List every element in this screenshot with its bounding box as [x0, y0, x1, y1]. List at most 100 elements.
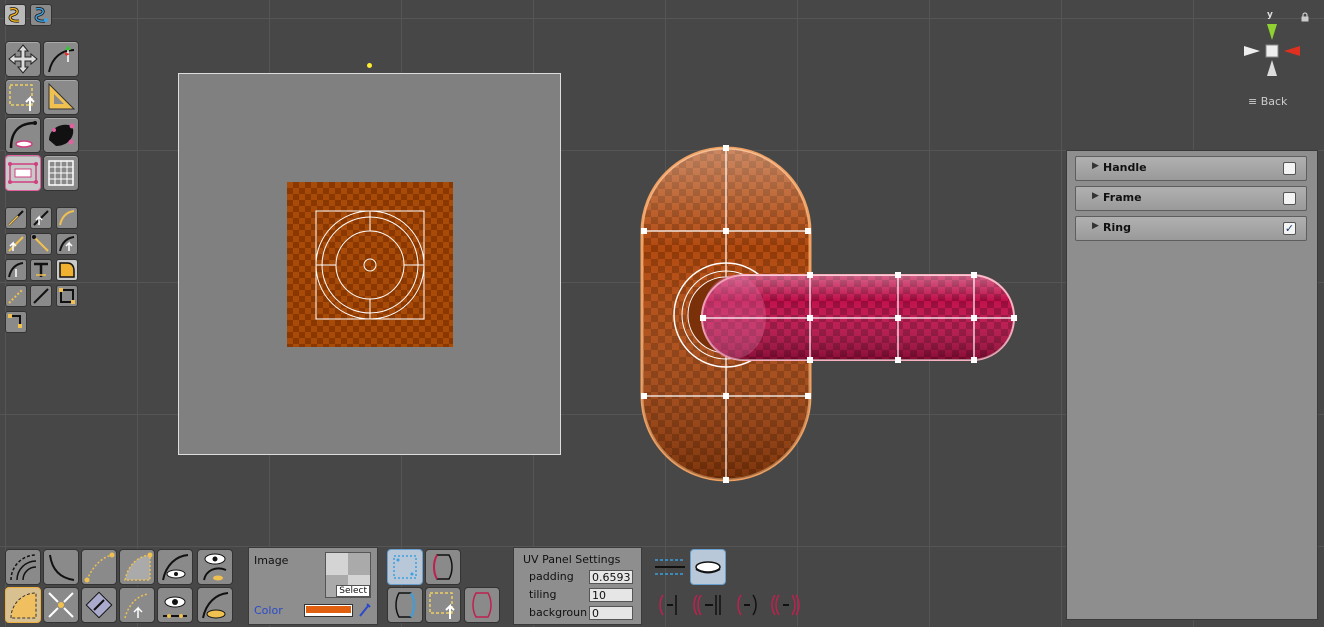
expand-arrow-icon[interactable]: ▶ — [1092, 161, 1099, 171]
bottom-tool-10-button[interactable] — [119, 587, 155, 623]
cut-mode-2-button[interactable] — [691, 591, 723, 619]
cut-lines-icon — [659, 594, 677, 616]
bottom-tool-3-button[interactable] — [81, 549, 117, 585]
rotate-frame-icon — [85, 591, 113, 619]
bottom-tool-8-button[interactable] — [43, 587, 79, 623]
uv-mode-select-button[interactable] — [425, 587, 461, 623]
pinch-arrows-icon — [48, 592, 74, 618]
shape-viewport[interactable] — [630, 140, 1030, 490]
tiling-input[interactable] — [589, 588, 633, 602]
spline-alt-tool-button[interactable] — [30, 4, 52, 26]
capsule-icon — [395, 592, 415, 618]
triangle-ruler-tool-button[interactable] — [43, 79, 79, 115]
layer-checkbox-ring[interactable]: ✓ — [1283, 222, 1296, 235]
uv-panel-settings: UV Panel Settings padding tiling backgro… — [513, 547, 642, 625]
color-label: Color — [254, 604, 283, 617]
back-button[interactable]: ≡ Back — [1248, 95, 1287, 108]
eyedropper-icon[interactable] — [358, 602, 372, 618]
curve-handle-icon — [48, 45, 75, 73]
uv-mode-capsule-button[interactable] — [387, 587, 423, 623]
padding-label: padding — [529, 570, 574, 583]
edge-tool-8-button[interactable] — [30, 259, 52, 281]
edge-diagonal-icon — [32, 235, 49, 252]
padding-input[interactable] — [589, 570, 633, 584]
rect-select-tool-button[interactable] — [5, 79, 41, 115]
layer-row-ring[interactable]: ▶ Ring ✓ — [1075, 216, 1307, 241]
oval-pink-icon — [472, 592, 492, 618]
bottom-tool-4-button[interactable] — [119, 549, 155, 585]
move-tool-button[interactable] — [5, 41, 41, 77]
layer-checkbox-frame[interactable] — [1283, 192, 1296, 205]
pivot-dot[interactable] — [367, 63, 372, 68]
uv-mode-dots-button[interactable] — [387, 549, 423, 585]
bottom-tool-12-button[interactable] — [197, 587, 233, 623]
cut-mode-4-button[interactable] — [769, 591, 801, 619]
spline-tool-button[interactable] — [4, 4, 26, 26]
edge-bars-icon — [655, 559, 685, 575]
uv-mode-oval-button[interactable] — [425, 549, 461, 585]
bottom-tool-1-button[interactable] — [5, 549, 41, 585]
concentric-arc-icon — [10, 554, 37, 581]
curve-handle-tool-button[interactable] — [43, 41, 79, 77]
select-image-button[interactable]: Select — [336, 585, 370, 597]
dotted-square-icon — [393, 555, 417, 579]
expand-arrow-icon[interactable]: ▶ — [1092, 221, 1099, 231]
layer-checkbox-handle[interactable] — [1283, 162, 1296, 175]
background-label: backgroun — [529, 606, 588, 619]
eye-mode-button[interactable] — [690, 549, 726, 585]
handle-shape[interactable] — [700, 272, 1017, 363]
image-thumbnail[interactable]: Select — [325, 552, 371, 598]
edge-tool-4-button[interactable] — [5, 233, 27, 255]
shape-fill-tool-button[interactable] — [43, 117, 79, 153]
arc-curve-icon — [9, 121, 37, 149]
edge-tool-9-button[interactable] — [56, 259, 78, 281]
uv-panel-title: UV Panel Settings — [523, 553, 621, 566]
edge-tool-6-button[interactable] — [56, 233, 78, 255]
dotted-arc-icon — [84, 552, 115, 583]
bottom-tool-11-button[interactable] — [157, 587, 193, 623]
edge-tool-12-button[interactable] — [56, 285, 78, 307]
bottom-tool-6-button[interactable] — [197, 549, 233, 585]
select-arrow-icon — [429, 592, 455, 619]
cut-curve-icon — [737, 594, 757, 616]
layer-row-handle[interactable]: ▶ Handle — [1075, 156, 1307, 181]
grid-tool-button[interactable] — [43, 155, 79, 191]
bottom-tool-2-button[interactable] — [43, 549, 79, 585]
edge-tool-1-button[interactable] — [5, 207, 27, 229]
eye-arc-icon — [162, 554, 189, 581]
color-swatch[interactable] — [304, 604, 353, 617]
uv-canvas[interactable] — [178, 73, 561, 455]
bottom-tool-7-button[interactable] — [5, 587, 41, 623]
layer-row-frame[interactable]: ▶ Frame — [1075, 186, 1307, 211]
spline-alt-tool-icon — [34, 7, 48, 23]
eye-curve-icon — [203, 553, 227, 581]
cut-mode-3-button[interactable] — [733, 591, 761, 619]
background-input[interactable] — [589, 606, 633, 620]
cut-mode-1-button[interactable] — [655, 591, 683, 619]
edge-tool-5-button[interactable] — [30, 233, 52, 255]
expand-arrow-icon[interactable]: ▶ — [1092, 191, 1099, 201]
bend-tool-button[interactable] — [5, 155, 41, 191]
edge-tool-3-button[interactable] — [56, 207, 78, 229]
edge-mode-button[interactable] — [653, 552, 687, 582]
edge-tool-7-button[interactable] — [5, 259, 27, 281]
square-frame-icon — [59, 288, 75, 304]
fill-arc-icon — [124, 552, 153, 581]
edge-tool-13-button[interactable] — [5, 311, 27, 333]
lock-icon[interactable] — [1300, 12, 1310, 22]
eye-lines-icon — [163, 596, 187, 618]
edge-tool-11-button[interactable] — [30, 285, 52, 307]
bottom-tool-5-button[interactable] — [157, 549, 193, 585]
spline-tool-icon — [8, 7, 20, 23]
back-label: Back — [1260, 95, 1288, 108]
move-arrows-icon — [8, 44, 38, 74]
view-gizmo-icon[interactable] — [1240, 20, 1304, 80]
multi-cut-icon — [693, 594, 721, 616]
edge-tool-2-button[interactable] — [30, 207, 52, 229]
edge-tool-10-button[interactable] — [5, 285, 27, 307]
uv-mode-oval-alt-button[interactable] — [464, 587, 500, 623]
arc-tool-button[interactable] — [5, 117, 41, 153]
bottom-tool-9-button[interactable] — [81, 587, 117, 623]
eye-icon — [695, 561, 721, 574]
corner-fill-icon — [59, 262, 75, 278]
